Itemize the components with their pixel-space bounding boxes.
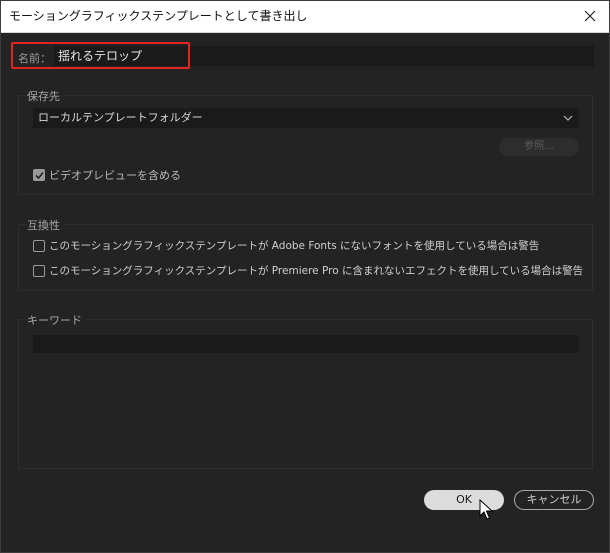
video-preview-checkbox[interactable] xyxy=(33,169,45,181)
name-input[interactable]: 揺れるテロップ xyxy=(54,46,594,66)
export-dialog: モーショングラフィックステンプレートとして書き出し 名前： 揺れるテロップ 保存… xyxy=(0,0,610,553)
window-title: モーショングラフィックステンプレートとして書き出し xyxy=(9,9,308,23)
close-icon xyxy=(584,10,596,22)
adobe-fonts-warning-option[interactable]: このモーショングラフィックステンプレートが Adobe Fonts にないフォン… xyxy=(33,238,539,253)
checkmark-icon xyxy=(34,171,44,179)
cancel-button[interactable]: キャンセル xyxy=(514,490,594,510)
compatibility-group-title: 互換性 xyxy=(27,217,64,233)
chevron-down-icon xyxy=(563,108,573,128)
browse-button[interactable]: 参照... xyxy=(499,138,579,156)
destination-selected-value: ローカルテンプレートフォルダー xyxy=(38,111,203,124)
premiere-effects-warning-checkbox[interactable] xyxy=(33,264,45,277)
video-preview-option[interactable]: ビデオプレビューを含める xyxy=(33,167,181,183)
close-button[interactable] xyxy=(579,5,601,27)
compatibility-group xyxy=(18,224,593,291)
title-bar: モーショングラフィックステンプレートとして書き出し xyxy=(1,1,609,33)
destination-select[interactable]: ローカルテンプレートフォルダー xyxy=(33,108,579,128)
video-preview-label: ビデオプレビューを含める xyxy=(49,169,181,182)
keywords-input[interactable] xyxy=(33,335,579,353)
adobe-fonts-warning-checkbox[interactable] xyxy=(33,239,45,252)
premiere-effects-warning-label: このモーショングラフィックステンプレートが Premiere Pro に含まれな… xyxy=(49,265,584,277)
name-label: 名前： xyxy=(18,52,51,65)
ok-button[interactable]: OK xyxy=(424,490,504,510)
destination-group-title: 保存先 xyxy=(27,88,64,104)
keywords-group-title: キーワード xyxy=(27,312,86,328)
adobe-fonts-warning-label: このモーショングラフィックステンプレートが Adobe Fonts にないフォン… xyxy=(49,240,540,252)
premiere-effects-warning-option[interactable]: このモーショングラフィックステンプレートが Premiere Pro に含まれな… xyxy=(33,263,583,278)
